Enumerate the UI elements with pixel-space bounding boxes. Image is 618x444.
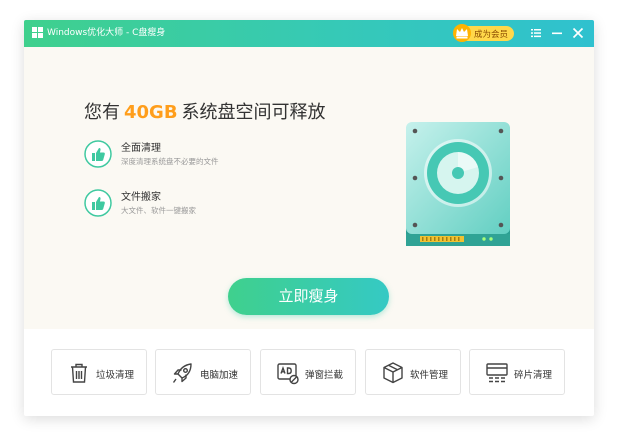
become-member-label: 成为会员 xyxy=(474,30,509,40)
ad-block-icon xyxy=(277,363,299,385)
window-title: Windows优化大师 - C盘瘦身 xyxy=(47,28,166,38)
tool-label: 碎片清理 xyxy=(514,370,553,381)
headline-prefix: 您有 xyxy=(84,102,120,123)
feature-title: 全面清理 xyxy=(121,143,161,154)
become-member-button[interactable]: 成为会员 xyxy=(453,24,514,42)
tool-defrag[interactable]: 碎片清理 xyxy=(469,349,565,395)
tool-speed-up[interactable]: 电脑加速 xyxy=(155,349,251,395)
close-icon[interactable] xyxy=(570,25,586,41)
defrag-icon xyxy=(486,363,508,383)
feature-desc: 大文件、软件一键搬家 xyxy=(121,206,196,215)
tool-label: 软件管理 xyxy=(410,370,449,381)
title-bar[interactable]: Windows优化大师 - C盘瘦身 成为会员 xyxy=(24,20,594,47)
minimize-icon[interactable] xyxy=(549,25,565,41)
tool-label: 电脑加速 xyxy=(200,370,239,381)
rocket-icon xyxy=(172,363,192,383)
thumbs-up-icon xyxy=(84,140,112,168)
feature-title: 文件搬家 xyxy=(121,192,161,203)
package-icon xyxy=(383,362,403,384)
tool-popup-block[interactable]: 弹窗拦截 xyxy=(260,349,356,395)
slim-now-button[interactable]: 立即瘦身 xyxy=(228,278,389,315)
freeable-size: 40GB xyxy=(124,102,178,123)
tools-bar: 垃圾清理 电脑加速 弹窗拦截 软件管理 碎片清理 xyxy=(24,329,594,416)
windows-logo-icon xyxy=(32,27,44,39)
app-window: Windows优化大师 - C盘瘦身 成为会员 您有40GB系统盘空间可释放 xyxy=(24,20,594,416)
tool-junk-clean[interactable]: 垃圾清理 xyxy=(51,349,147,395)
space-headline: 您有 40GB 系统盘空间可释放 xyxy=(84,98,326,124)
feature-move-files: 文件搬家 大文件、软件一键搬家 xyxy=(84,188,304,220)
tool-label: 垃圾清理 xyxy=(96,370,135,381)
feature-full-clean: 全面清理 深度清理系统盘不必要的文件 xyxy=(84,139,304,171)
tool-software-manager[interactable]: 软件管理 xyxy=(365,349,461,395)
headline-suffix: 系统盘空间可释放 xyxy=(181,102,326,123)
tool-label: 弹窗拦截 xyxy=(305,370,344,381)
thumbs-up-icon xyxy=(84,189,112,217)
crown-icon xyxy=(453,24,471,42)
menu-icon[interactable] xyxy=(528,25,544,41)
hard-disk-illustration xyxy=(406,122,510,246)
feature-desc: 深度清理系统盘不必要的文件 xyxy=(121,157,219,166)
trash-icon xyxy=(71,363,87,383)
main-content: 您有 40GB 系统盘空间可释放 全面清理 深度清理系统盘不必要的文件 文件搬家 大… xyxy=(24,47,594,329)
